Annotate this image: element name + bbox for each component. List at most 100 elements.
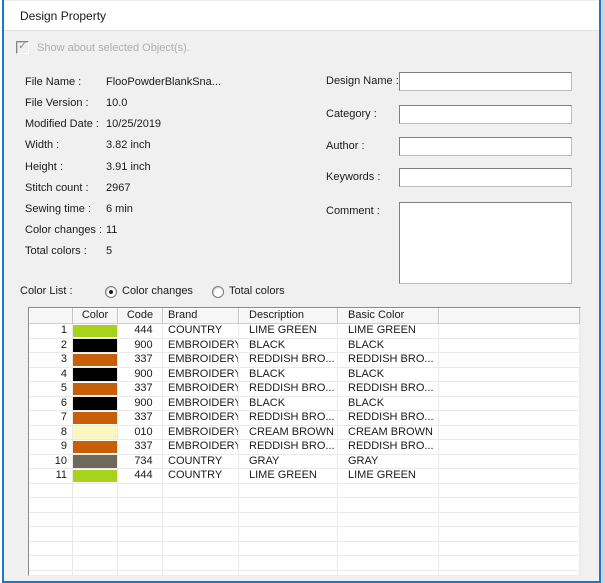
cell-empty [118, 571, 163, 577]
cell-description: BLACK [239, 397, 338, 412]
cell-empty [118, 556, 163, 571]
color-table-row[interactable]: 7337EMBROIDERYREDDISH BRO...REDDISH BRO.… [29, 411, 580, 426]
cell-brand: EMBROIDERY [163, 440, 239, 455]
cell-code: 900 [118, 397, 163, 412]
color-table-empty-row [29, 527, 580, 542]
cell-empty [118, 498, 163, 513]
color-table-row[interactable]: 1444COUNTRYLIME GREENLIME GREEN [29, 324, 580, 339]
cell-empty [73, 542, 118, 557]
cell-brand: EMBROIDERY [163, 426, 239, 441]
radio-dot-icon [109, 290, 113, 294]
color-table-row[interactable]: 3337EMBROIDERYREDDISH BRO...REDDISH BRO.… [29, 353, 580, 368]
cell-empty [439, 571, 580, 577]
category-field[interactable] [399, 105, 572, 124]
file-info-label: Total colors : [25, 245, 87, 257]
category-label: Category : [326, 108, 377, 120]
cell-empty [439, 484, 580, 499]
column-header-color[interactable]: Color [73, 308, 118, 324]
column-header-brand[interactable]: Brand [163, 308, 239, 324]
cell-description: BLACK [239, 368, 338, 383]
cell-num: 9 [29, 440, 73, 455]
color-table-row[interactable]: 6900EMBROIDERYBLACKBLACK [29, 397, 580, 412]
cell-empty [29, 556, 73, 571]
cell-empty [239, 484, 338, 499]
column-header-code[interactable]: Code [118, 308, 163, 324]
column-header-description[interactable]: Description [239, 308, 338, 324]
cell-basic_color: BLACK [338, 368, 439, 383]
cell-code: 337 [118, 382, 163, 397]
cell-num: 4 [29, 368, 73, 383]
show-selected-objects-checkbox[interactable]: ✓ [16, 41, 29, 54]
author-label: Author : [326, 140, 365, 152]
comment-field[interactable] [399, 202, 572, 284]
cell-brand: EMBROIDERY [163, 397, 239, 412]
cell-empty [73, 527, 118, 542]
file-info-label: Modified Date : [25, 118, 99, 130]
cell-brand: EMBROIDERY [163, 382, 239, 397]
cell-num: 5 [29, 382, 73, 397]
color-table-empty-row [29, 513, 580, 528]
cell-num: 10 [29, 455, 73, 470]
cell-empty [118, 527, 163, 542]
checkmark-icon: ✓ [18, 40, 27, 53]
keywords-field[interactable] [399, 168, 572, 187]
file-info-label: Color changes : [25, 224, 102, 236]
color-table-row[interactable]: 9337EMBROIDERYREDDISH BRO...REDDISH BRO.… [29, 440, 580, 455]
radio-label[interactable]: Total colors [229, 285, 285, 297]
cell-empty [338, 542, 439, 557]
radio-label[interactable]: Color changes [122, 285, 193, 297]
radio-color-changes[interactable] [105, 286, 117, 298]
thread-color-swatch [73, 426, 117, 439]
color-table-row[interactable]: 5337EMBROIDERYREDDISH BRO...REDDISH BRO.… [29, 382, 580, 397]
cell-basic_color: REDDISH BRO... [338, 440, 439, 455]
cell-empty [163, 527, 239, 542]
column-header-num[interactable] [29, 308, 73, 324]
cell-brand: COUNTRY [163, 455, 239, 470]
color-swatch-cell [73, 353, 118, 368]
cell-empty [118, 513, 163, 528]
cell-empty [439, 353, 580, 368]
cell-brand: EMBROIDERY [163, 411, 239, 426]
radio-total-colors[interactable] [212, 286, 224, 298]
dialog-titlebar: Design Property [4, 0, 599, 31]
author-field[interactable] [399, 137, 572, 156]
cell-num: 7 [29, 411, 73, 426]
column-header-basic-color[interactable]: Basic Color [338, 308, 439, 324]
color-table-row[interactable]: 10734COUNTRYGRAYGRAY [29, 455, 580, 470]
cell-empty [163, 556, 239, 571]
cell-basic_color: REDDISH BRO... [338, 382, 439, 397]
cell-empty [439, 455, 580, 470]
cell-empty [163, 484, 239, 499]
cell-basic_color: REDDISH BRO... [338, 353, 439, 368]
file-info-value: 10.0 [106, 97, 127, 109]
cell-empty [439, 513, 580, 528]
file-info-value: 10/25/2019 [106, 118, 161, 130]
cell-empty [439, 469, 580, 484]
cell-code: 444 [118, 324, 163, 339]
color-table-empty-row [29, 498, 580, 513]
cell-description: REDDISH BRO... [239, 382, 338, 397]
cell-empty [439, 527, 580, 542]
cell-empty [338, 484, 439, 499]
cell-basic_color: BLACK [338, 339, 439, 354]
cell-description: REDDISH BRO... [239, 353, 338, 368]
file-info-label: File Version : [25, 97, 89, 109]
color-table-row[interactable]: 8010EMBROIDERYCREAM BROWNCREAM BROWN [29, 426, 580, 441]
file-info-label: File Name : [25, 76, 81, 88]
color-table-row[interactable]: 4900EMBROIDERYBLACKBLACK [29, 368, 580, 383]
cell-empty [439, 440, 580, 455]
file-info-label: Height : [25, 161, 63, 173]
cell-empty [29, 498, 73, 513]
cell-brand: EMBROIDERY [163, 339, 239, 354]
cell-description: LIME GREEN [239, 324, 338, 339]
color-table-row[interactable]: 2900EMBROIDERYBLACKBLACK [29, 339, 580, 354]
cell-empty [439, 498, 580, 513]
dialog-title: Design Property [20, 9, 106, 23]
design-name-field[interactable] [399, 72, 572, 91]
file-info-label: Stitch count : [25, 182, 89, 194]
column-header-empty [439, 308, 580, 324]
cell-num: 2 [29, 339, 73, 354]
color-table-row[interactable]: 11444COUNTRYLIME GREENLIME GREEN [29, 469, 580, 484]
color-swatch-cell [73, 426, 118, 441]
file-info-value: 3.91 inch [106, 161, 151, 173]
